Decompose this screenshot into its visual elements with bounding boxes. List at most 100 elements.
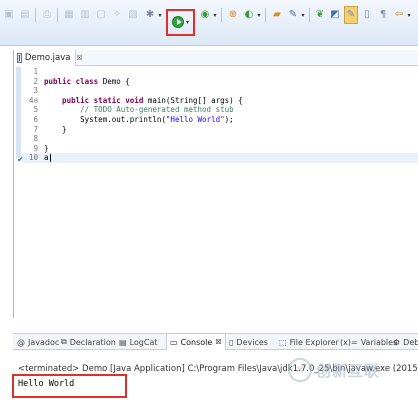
run-dropdown-icon[interactable]: ▾ xyxy=(186,19,189,26)
tab-label: File Explorer xyxy=(289,337,339,347)
android-icon[interactable]: ✧ xyxy=(110,6,124,24)
code-token: Demo { xyxy=(98,76,130,86)
main-toolbar: ▣ ▤ ⎙ ▦ ▥ ▢ ✧ ▧ ✱ ▾ ▾ ◉ ▾ ⊕ ◐ ▾ ▰ ✎ ▾ ❦ … xyxy=(0,0,418,46)
debug-icon[interactable]: ✱ xyxy=(143,6,157,24)
code-line[interactable]: 10 a xyxy=(22,153,418,163)
toggle-annotation-icon[interactable]: ❦ xyxy=(313,6,327,24)
line-number: 5 xyxy=(33,105,38,115)
avd-manager-icon[interactable]: ▢ xyxy=(94,6,108,24)
open-type-icon[interactable]: ▰ xyxy=(270,6,284,24)
watermark-text: 创新互联 xyxy=(316,361,381,380)
line-number: 4⊖ xyxy=(28,95,38,105)
text-caret xyxy=(49,154,51,163)
code-line[interactable]: 1 xyxy=(22,67,418,77)
toolbar-separator xyxy=(221,8,222,22)
tab-label: Demo.java xyxy=(24,53,71,63)
run-icon[interactable] xyxy=(172,16,184,28)
deb-icon: ⚙ xyxy=(393,337,401,347)
code-line[interactable]: 7 } xyxy=(22,125,418,135)
coverage-icon[interactable]: ◉ xyxy=(198,6,212,24)
code-token: public static void xyxy=(44,95,144,105)
line-source: } xyxy=(44,125,67,135)
variables-icon: (x)= xyxy=(340,337,358,347)
run-button-highlight: ▾ xyxy=(166,9,195,36)
javadoc-icon: @ xyxy=(17,337,25,347)
tab-label: Console xyxy=(180,337,213,347)
code-lines[interactable]: 1 2 public class Demo { 3 4⊖ public static v… xyxy=(22,67,418,163)
line-number: 3 xyxy=(33,86,38,96)
tab-logcat[interactable]: ▤ LogCat xyxy=(119,334,157,350)
search-icon[interactable]: ✎ xyxy=(286,6,300,24)
tab-deb[interactable]: ⚙ Deb xyxy=(393,334,418,350)
line-number: 2 xyxy=(33,76,38,86)
tab-label: LogCat xyxy=(129,337,158,347)
tab-javadoc[interactable]: @ Javadoc xyxy=(17,334,59,350)
build-icon[interactable]: ▦ xyxy=(62,6,76,24)
line-source: // TODO Auto-generated method stub xyxy=(44,105,234,115)
new-dropdown-icon[interactable]: ▾ xyxy=(256,6,262,24)
watermark-logo-icon: ✕ xyxy=(288,358,312,382)
code-line[interactable]: 5 // TODO Auto-generated method stub xyxy=(22,105,418,115)
console-output: Hello World xyxy=(18,379,75,389)
line-source: System.out.println("Hello World"); xyxy=(44,115,234,125)
line-number: 8 xyxy=(33,134,38,144)
code-editor[interactable]: J Demo.java ☒ ✔ 1 2 public class Demo {3 4⊖… xyxy=(13,50,418,318)
line-number: 1 xyxy=(33,67,38,76)
tab-label: Declaration xyxy=(69,337,116,347)
show-whitespace-icon[interactable]: ▯ xyxy=(360,6,374,24)
code-token: // TODO Auto-generated method stub xyxy=(44,105,234,115)
console-icon: ▭ xyxy=(170,337,178,347)
back-icon[interactable]: ⇦ xyxy=(392,6,406,24)
line-number: 6 xyxy=(33,114,38,124)
lint-icon[interactable]: ▧ xyxy=(126,6,140,24)
tab-declaration[interactable]: ⧉ Declaration xyxy=(61,334,116,350)
new-java-project-icon[interactable]: ◐ xyxy=(242,6,256,24)
file-explorer-icon: ⬚ xyxy=(279,337,287,347)
tab-console[interactable]: ▭ Console ☒ xyxy=(166,334,226,350)
code-token: System.out.println( xyxy=(44,114,166,124)
code-token: public class xyxy=(44,76,99,86)
code-line[interactable]: 4⊖ public static void main(String[] args… xyxy=(22,96,418,106)
toolbar-separator xyxy=(309,8,310,22)
search-dropdown-icon[interactable]: ▾ xyxy=(300,6,306,24)
close-icon[interactable]: ☒ xyxy=(215,338,221,346)
save-all-icon[interactable]: ▤ xyxy=(18,6,32,24)
code-line[interactable]: 3 xyxy=(22,86,418,96)
sdk-manager-icon[interactable]: ▥ xyxy=(78,6,92,24)
code-line[interactable]: 6 System.out.println("Hello World"); xyxy=(22,115,418,125)
line-number: 10 xyxy=(28,153,38,163)
block-selection-icon[interactable]: ¶ xyxy=(376,6,390,24)
code-line[interactable]: 2 public class Demo { xyxy=(22,77,418,87)
code-line[interactable]: 8 xyxy=(22,134,418,144)
tab-demo-java[interactable]: J Demo.java ☒ xyxy=(14,50,83,66)
external-tools-icon[interactable]: ⊕ xyxy=(226,6,240,24)
back-dropdown-icon[interactable]: ▾ xyxy=(406,6,412,24)
save-icon[interactable]: ▣ xyxy=(2,6,16,24)
code-line[interactable]: 9} xyxy=(22,144,418,154)
tab-file-explorer[interactable]: ⬚ File Explorer xyxy=(279,334,339,350)
next-annotation-icon[interactable]: ◩ xyxy=(328,6,342,24)
logcat-icon: ▤ xyxy=(119,337,127,347)
tab-label: Devices xyxy=(236,337,268,347)
watermark: ✕ 创新互联 xyxy=(288,356,380,384)
toolbar-separator xyxy=(35,8,36,22)
debug-dropdown-icon[interactable]: ▾ xyxy=(157,6,163,24)
line-source: public class Demo { xyxy=(44,77,130,87)
line-source: a xyxy=(44,153,51,163)
devices-icon: ▯ xyxy=(229,337,234,347)
mark-occurrences-icon[interactable]: ✎ xyxy=(344,6,358,24)
toolbar-separator xyxy=(57,8,58,22)
toolbar-separator xyxy=(265,8,266,22)
line-source: public static void main(String[] args) { xyxy=(44,96,243,106)
line-number: 7 xyxy=(33,124,38,134)
print-icon[interactable]: ⎙ xyxy=(40,6,54,24)
tab-devices[interactable]: ▯ Devices xyxy=(229,334,268,350)
tab-variables[interactable]: (x)= Variables xyxy=(340,334,397,350)
bottom-panel-tabs: @ Javadoc ⧉ Declaration ▤ LogCat ▭ Console ☒ ▯ Dev… xyxy=(13,333,418,350)
code-token: } xyxy=(44,124,67,134)
declaration-icon: ⧉ xyxy=(61,337,67,346)
close-icon[interactable]: ☒ xyxy=(76,54,82,62)
code-token: a xyxy=(44,153,49,163)
line-number: 9 xyxy=(33,143,38,153)
coverage-dropdown-icon[interactable]: ▾ xyxy=(212,6,218,24)
